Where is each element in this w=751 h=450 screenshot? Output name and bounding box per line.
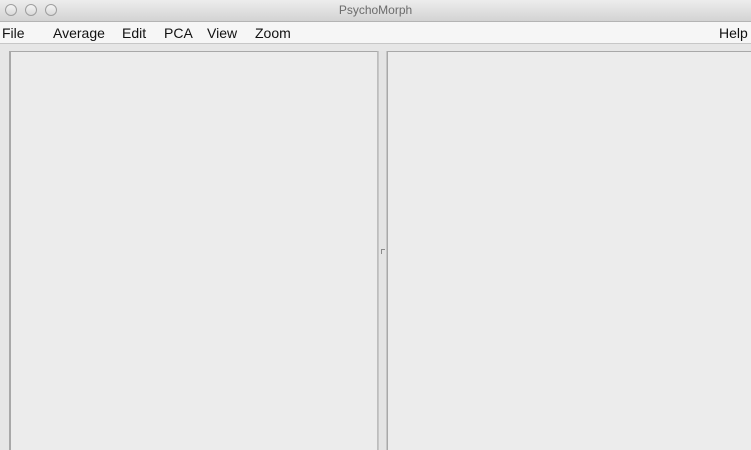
title-bar[interactable]: PsychoMorph: [0, 0, 751, 22]
menu-zoom[interactable]: Zoom: [255, 25, 291, 41]
menu-average[interactable]: Average: [53, 25, 105, 41]
split-pane-divider[interactable]: [378, 51, 387, 450]
window-title: PsychoMorph: [338, 3, 413, 17]
left-image-pane[interactable]: [9, 51, 378, 450]
grip-icon[interactable]: [381, 249, 385, 254]
app-window: PsychoMorph File Average Edit PCA View Z…: [0, 0, 751, 450]
menu-pca[interactable]: PCA: [164, 25, 193, 41]
menu-bar: File Average Edit PCA View Zoom Help: [0, 22, 751, 44]
right-image-pane[interactable]: [387, 51, 751, 450]
main-content: [0, 44, 751, 450]
menu-file[interactable]: File: [2, 25, 25, 41]
menu-edit[interactable]: Edit: [122, 25, 146, 41]
menu-help[interactable]: Help: [719, 25, 748, 41]
menu-view[interactable]: View: [207, 25, 237, 41]
